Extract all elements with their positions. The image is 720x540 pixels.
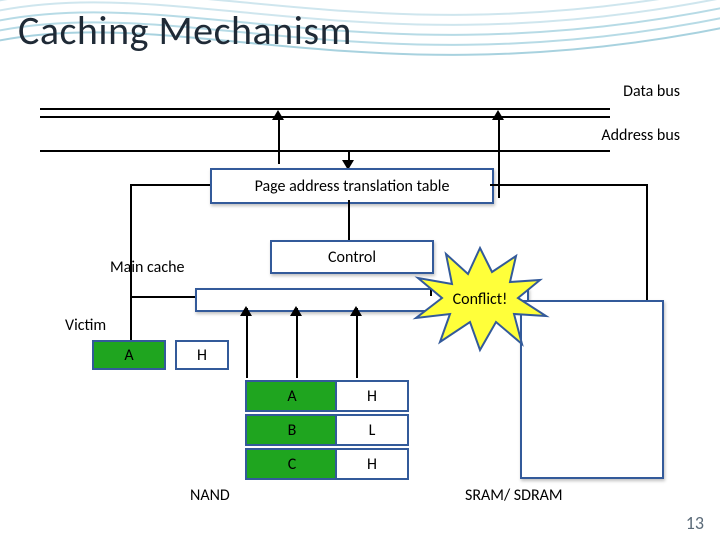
arrow-control-to-databus-stem <box>498 118 500 198</box>
sram-label: SRAM/ SDRAM <box>465 486 563 505</box>
arrow-bar-nand3-stem <box>356 308 358 378</box>
conflict-starburst: Conflict! <box>410 244 550 354</box>
page-address-translation-table: Page address translation table <box>210 168 494 204</box>
victim-cell-status-text: H <box>197 346 207 365</box>
victim-cell-label-text: A <box>124 346 133 365</box>
arrow-bar-nand1-head <box>240 306 252 316</box>
victim-label: Victim <box>65 316 106 335</box>
nand-cell-2-label: C <box>245 448 339 480</box>
connector-left-v <box>130 184 132 344</box>
page-number: 13 <box>686 512 704 534</box>
nand-cell-2-label-text: C <box>288 455 297 474</box>
victim-cell-status: H <box>175 340 229 370</box>
arrow-bar-nand2-stem <box>296 308 298 378</box>
diagram-stage: Data bus Address bus Page address transl… <box>0 0 720 540</box>
control-text: Control <box>328 248 376 267</box>
arrow-bar-nand2-head <box>290 306 302 316</box>
data-bus-line-top <box>40 108 610 110</box>
victim-cell-label: A <box>92 340 166 370</box>
arrow-pagetable-to-databus-head <box>272 110 284 120</box>
nand-cell-2-status: H <box>335 448 409 480</box>
data-bus-label: Data bus <box>560 82 680 101</box>
nand-cell-0-label-text: A <box>287 387 296 406</box>
connector-left-h1 <box>130 184 210 186</box>
connector-pagetable-control <box>348 200 350 240</box>
nand-cell-2-status-text: H <box>367 455 377 474</box>
arrow-bar-nand3-head <box>350 306 362 316</box>
nand-cell-1-label: B <box>245 414 339 446</box>
connector-left-h2 <box>130 296 195 298</box>
arrow-bar-nand1-stem <box>246 308 248 378</box>
arrow-pagetable-to-databus-stem <box>278 118 280 164</box>
nand-cell-0-label: A <box>245 380 339 412</box>
address-bus-line <box>40 150 610 152</box>
nand-cell-1-label-text: B <box>288 421 297 440</box>
connector-pt-right-v <box>646 184 648 300</box>
main-cache-label: Main cache <box>110 258 184 277</box>
data-bus-line-bottom <box>40 116 610 118</box>
arrow-control-to-databus-head <box>492 110 504 120</box>
nand-cell-0-status: H <box>335 380 409 412</box>
nand-cell-1-status: L <box>335 414 409 446</box>
connector-pt-right-h <box>490 184 648 186</box>
nand-cell-1-status-text: L <box>369 421 376 440</box>
page-table-text: Page address translation table <box>255 177 450 196</box>
conflict-text: Conflict! <box>410 244 550 354</box>
address-bus-label: Address bus <box>560 126 680 145</box>
nand-cell-0-status-text: H <box>367 387 377 406</box>
nand-label: NAND <box>190 486 230 505</box>
